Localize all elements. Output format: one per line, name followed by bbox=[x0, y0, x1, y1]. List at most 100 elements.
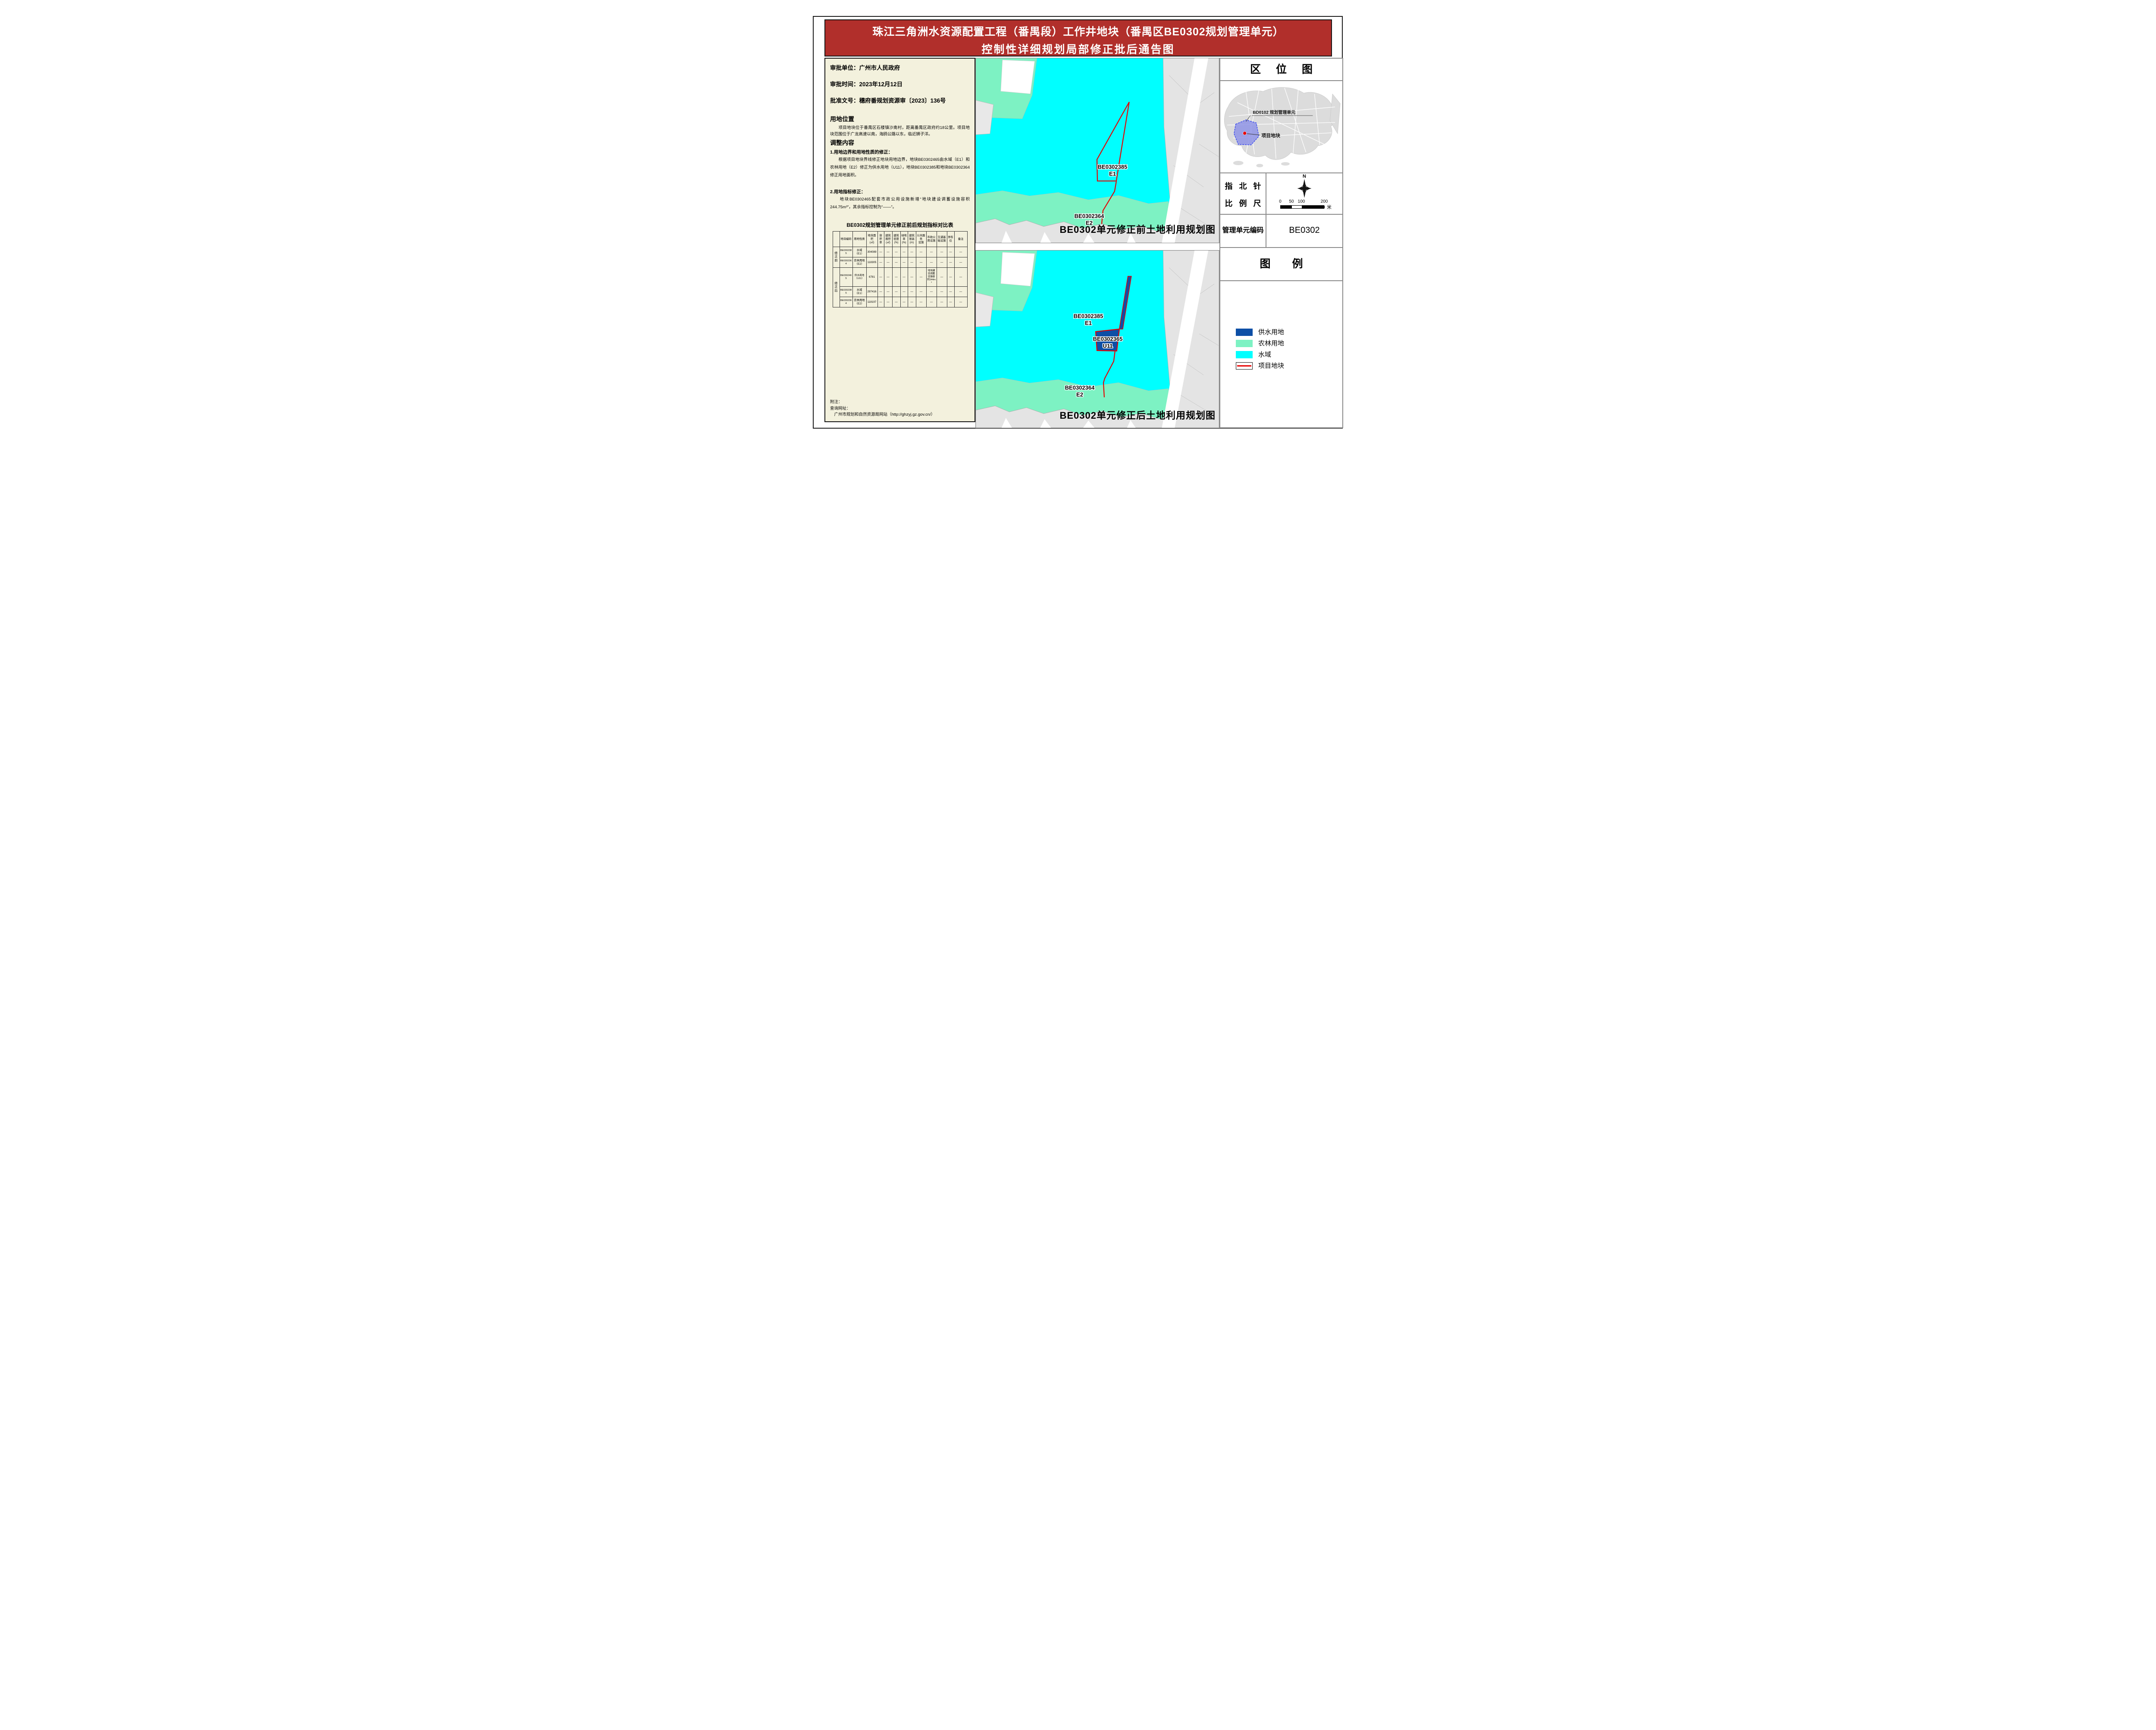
indicator-table-header-row: 地块编码用地性质地块面积 (㎡)容积率建筑面积 (㎡)建筑密度 (%)绿地率 (… bbox=[833, 232, 967, 247]
table-cell: — bbox=[877, 257, 884, 268]
page-title-line1: 珠江三角洲水资源配置工程（番禺段）工作井地块（番禺区BE0302规划管理单元） bbox=[825, 23, 1331, 39]
table-cell: — bbox=[884, 268, 892, 287]
approval-unit: 审批单位：广州市人民政府 bbox=[830, 63, 970, 72]
map-after: BE0302385 E1 BE0302365 U11 BE0302364 E2 … bbox=[975, 250, 1219, 428]
location-heading: 用地位置 bbox=[830, 115, 970, 123]
table-cell: BE0302385 bbox=[840, 247, 852, 257]
table-cell: 供水用地（U11） bbox=[852, 268, 866, 287]
parcel-code: BE0302385 bbox=[1098, 163, 1128, 170]
table-cell: — bbox=[900, 247, 908, 257]
row-group-label: 修正后 bbox=[833, 268, 840, 307]
table-cell: — bbox=[947, 297, 954, 307]
island bbox=[1256, 164, 1263, 167]
table-cell: — bbox=[954, 257, 967, 268]
legend-label: 项目地块 bbox=[1258, 362, 1284, 370]
adjustment-heading: 调整内容 bbox=[830, 138, 970, 147]
table-header-cell: 市政公 用设施 bbox=[926, 232, 937, 247]
table-row: 修正后BE0302465供水用地（U11）6781——————地块建设调蓄设施容… bbox=[833, 268, 967, 287]
table-cell: — bbox=[916, 297, 926, 307]
map-before-caption: BE0302单元修正前土地利用规划图 bbox=[1059, 222, 1216, 236]
table-header-cell: 建筑密度 (%) bbox=[892, 232, 900, 247]
table-cell: 297416 bbox=[866, 287, 877, 297]
parcel-label-after-364: BE0302364 E2 bbox=[1065, 384, 1095, 398]
legend-project-line bbox=[1237, 365, 1251, 366]
indicator-table-title: BE0302规划管理单元修正前后规划指标对比表 bbox=[830, 221, 970, 229]
table-header-cell: 交通基 础设施 bbox=[937, 232, 947, 247]
legend-section: 供水用地 农林用地 水域 项目地块 bbox=[1220, 281, 1342, 427]
parcel-use-code: U11 bbox=[1093, 342, 1123, 349]
table-cell: 农林用地（E2） bbox=[852, 257, 866, 268]
table-cell: — bbox=[900, 287, 908, 297]
parcel-code: BE0302385 bbox=[1074, 313, 1103, 320]
table-cell: 水域（E1） bbox=[852, 287, 866, 297]
unit-code-label: 管理单元编码 bbox=[1220, 215, 1266, 247]
island bbox=[1281, 162, 1290, 166]
legend-swatch-water bbox=[1236, 351, 1253, 358]
table-cell: BE0302364 bbox=[840, 297, 852, 307]
table-cell: — bbox=[892, 268, 900, 287]
table-cell: — bbox=[892, 287, 900, 297]
table-cell: — bbox=[954, 247, 967, 257]
notes-line1: 附注： bbox=[830, 399, 935, 405]
parcel-code: BE0302364 bbox=[1065, 384, 1095, 391]
minimap-unit-label: BD0102 规划管理单元 bbox=[1253, 110, 1295, 115]
table-cell: — bbox=[884, 297, 892, 307]
table-header-cell: 停车位 bbox=[947, 232, 954, 247]
parcel-label-before-385: BE0302385 E1 bbox=[1098, 163, 1128, 177]
notes-line2: 查询网址： bbox=[830, 406, 935, 412]
table-row: BE0302364农林用地（E2）118197—————————— bbox=[833, 297, 967, 307]
adjustment-item2-body: 地块BE0302465配套市政公用设施新增“地块建设调蓄设施容积244.75m³… bbox=[830, 196, 970, 211]
table-cell: — bbox=[884, 287, 892, 297]
minimap-site-label: 项目地块 bbox=[1261, 132, 1280, 138]
table-header-cell: 备注 bbox=[954, 232, 967, 247]
compass-rose: N bbox=[1295, 174, 1314, 200]
project-site-dot bbox=[1243, 132, 1247, 135]
table-row: BE0302385水域（E1）297416—————————— bbox=[833, 287, 967, 297]
table-cell: — bbox=[908, 287, 916, 297]
table-cell: — bbox=[937, 287, 947, 297]
north-scale-labels: 指 北 针 比 例 尺 bbox=[1220, 173, 1266, 214]
table-cell: — bbox=[954, 287, 967, 297]
table-cell: — bbox=[892, 247, 900, 257]
legend-swatch-farmland bbox=[1236, 340, 1253, 347]
parcel-code: BE0302364 bbox=[1075, 213, 1104, 219]
minimap-canvas: BD0102 规划管理单元 项目地块 bbox=[1220, 81, 1342, 172]
table-cell: 118197 bbox=[866, 297, 877, 307]
row-group-label: 修正前 bbox=[833, 247, 840, 268]
table-cell: — bbox=[947, 247, 954, 257]
notes-url: 广州市规划和自然资源局网站（http://ghzyj.gz.gov.cn/） bbox=[830, 412, 935, 418]
table-cell: — bbox=[916, 287, 926, 297]
north-scale-graphics: N 0 50 100 200 米 bbox=[1266, 173, 1342, 214]
table-cell: — bbox=[892, 297, 900, 307]
parcel-use-code: E1 bbox=[1074, 320, 1103, 326]
table-cell: — bbox=[908, 268, 916, 287]
table-cell: — bbox=[954, 297, 967, 307]
compass-icon bbox=[1295, 179, 1314, 198]
adjustment-item1-body: 根据项目地块界线修正地块用地边界，地块BE0302465由水域（E1）和农林用地… bbox=[830, 156, 970, 179]
table-cell: — bbox=[937, 268, 947, 287]
notes-block: 附注： 查询网址： 广州市规划和自然资源局网站（http://ghzyj.gz.… bbox=[830, 399, 935, 418]
table-cell: — bbox=[916, 247, 926, 257]
approval-doc-number: 批准文号：穗府番规划资源审〔2023〕136号 bbox=[830, 96, 970, 104]
table-cell: — bbox=[900, 268, 908, 287]
table-header-cell: 建筑面积 (㎡) bbox=[884, 232, 892, 247]
parcel-label-after-385: BE0302385 E1 bbox=[1074, 313, 1103, 326]
parcel-use-code: E2 bbox=[1065, 391, 1095, 398]
table-header-cell: 地块编码 bbox=[840, 232, 852, 247]
table-header-cell: 建筑限高 (m) bbox=[908, 232, 916, 247]
table-cell: 118305 bbox=[866, 257, 877, 268]
adjustment-item2-title: 2.用地指标修正： bbox=[830, 188, 970, 195]
table-header-cell: 容积率 bbox=[877, 232, 884, 247]
table-cell: — bbox=[947, 287, 954, 297]
table-row: BE0302364农林用地（E2）118305—————————— bbox=[833, 257, 967, 268]
table-cell: — bbox=[884, 247, 892, 257]
legend-title: 图 例 bbox=[1220, 248, 1342, 281]
title-banner: 珠江三角洲水资源配置工程（番禺段）工作井地块（番禺区BE0302规划管理单元） … bbox=[824, 19, 1332, 56]
table-cell: — bbox=[884, 257, 892, 268]
scale-tick: 0 bbox=[1279, 199, 1282, 204]
indicator-table: 地块编码用地性质地块面积 (㎡)容积率建筑面积 (㎡)建筑密度 (%)绿地率 (… bbox=[833, 231, 968, 307]
table-cell: — bbox=[892, 257, 900, 268]
table-cell: — bbox=[947, 268, 954, 287]
island bbox=[1233, 161, 1244, 165]
scale-unit: 米 bbox=[1327, 204, 1332, 210]
